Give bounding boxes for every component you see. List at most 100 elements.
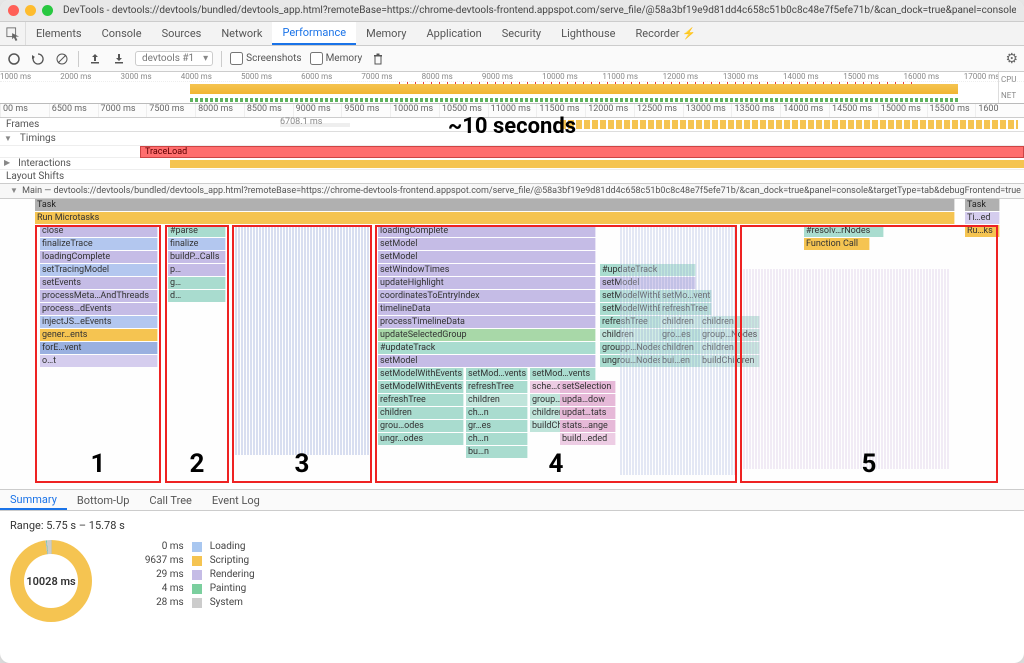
flame-bar[interactable]: setMod…vents [466, 368, 528, 380]
download-icon[interactable] [111, 51, 127, 67]
flame-bar[interactable]: setModelWithEvents [378, 381, 464, 393]
window-title: DevTools - devtools://devtools/bundled/d… [63, 5, 1016, 16]
close-window-icon[interactable] [8, 5, 19, 16]
flame-bar[interactable]: coordinatesToEntryIndex [378, 290, 596, 302]
minimize-window-icon[interactable] [25, 5, 36, 16]
tab-memory[interactable]: Memory [356, 22, 416, 45]
tab-performance[interactable]: Performance [272, 22, 356, 45]
overview-minimap[interactable]: 1000 ms2000 ms3000 ms4000 ms5000 ms6000 … [0, 72, 1024, 104]
flame-bar[interactable]: gr…es [466, 420, 528, 432]
flame-bar[interactable]: loadingComplete [40, 251, 158, 263]
settings-icon[interactable]: ⚙ [1005, 51, 1018, 67]
interactions-track[interactable]: ▶ Interactions [0, 158, 1024, 170]
summary-legend: 0 msLoading9637 msScripting29 msRenderin… [145, 541, 255, 608]
session-dropdown[interactable]: devtools #1 [135, 51, 213, 66]
tab-summary[interactable]: Summary [0, 490, 67, 510]
flame-bar[interactable]: upda…dow [560, 394, 616, 406]
flame-bar[interactable]: o…t [40, 355, 158, 367]
flame-bar[interactable]: setModel [378, 238, 596, 250]
flame-bar[interactable]: setModel [378, 355, 596, 367]
trash-icon[interactable] [370, 51, 386, 67]
tab-lighthouse[interactable]: Lighthouse [551, 22, 625, 45]
flame-bar[interactable]: #resolv…rNodes [804, 225, 884, 237]
flame-bar[interactable]: stats…ange [560, 420, 616, 432]
reload-record-icon[interactable] [30, 51, 46, 67]
tab-calltree[interactable]: Call Tree [139, 490, 201, 510]
flame-bar[interactable]: Ti…ed [965, 212, 1000, 224]
flame-bar[interactable]: gener…ents [40, 329, 158, 341]
collapse-icon[interactable]: ▼ [4, 134, 12, 143]
flame-bar[interactable]: finalize [168, 238, 226, 250]
flame-bar[interactable]: build…eded [560, 433, 616, 445]
flame-bar[interactable]: refreshTree [466, 381, 528, 393]
tab-eventlog[interactable]: Event Log [202, 490, 270, 510]
flame-bar[interactable]: setEvents [40, 277, 158, 289]
inspect-icon[interactable] [0, 22, 26, 45]
flame-bar[interactable]: grou…odes [378, 420, 464, 432]
tab-bottomup[interactable]: Bottom-Up [67, 490, 140, 510]
zoom-window-icon[interactable] [42, 5, 53, 16]
collapse-icon[interactable]: ▼ [10, 186, 18, 195]
clear-icon[interactable] [54, 51, 70, 67]
flame-bar[interactable]: processMeta…AndThreads [40, 290, 158, 302]
flame-bar[interactable]: ch…n [466, 407, 528, 419]
flame-bar[interactable]: children [378, 407, 464, 419]
screenshots-checkbox[interactable]: Screenshots [230, 52, 301, 65]
traceload-bar[interactable]: TraceLoad [140, 146, 1024, 158]
flame-bar[interactable]: forE…vent [40, 342, 158, 354]
frames-track[interactable]: Frames 6708.1 ms [0, 118, 1024, 132]
flame-bar[interactable]: children [466, 394, 528, 406]
expand-icon[interactable]: ▶ [4, 158, 10, 169]
flame-bar[interactable]: processTimelineData [378, 316, 596, 328]
flame-bar[interactable]: timelineData [378, 303, 596, 315]
timings-track[interactable]: ▼ Timings [0, 132, 1024, 146]
upload-icon[interactable] [87, 51, 103, 67]
flame-bar[interactable]: setModelWithEvents [378, 368, 464, 380]
flame-bar[interactable]: process…dEvents [40, 303, 158, 315]
tab-elements[interactable]: Elements [26, 22, 92, 45]
flame-bar[interactable]: refreshTree [378, 394, 464, 406]
record-icon[interactable] [6, 51, 22, 67]
flame-dense-region [740, 269, 950, 469]
flame-bar[interactable]: close [40, 225, 158, 237]
flame-bar[interactable]: updateSelectedGroup [378, 329, 596, 341]
flame-bar[interactable]: updateHighlight [378, 277, 596, 289]
tab-console[interactable]: Console [92, 22, 152, 45]
flame-bar[interactable]: injectJS…eEvents [40, 316, 158, 328]
net-label: NET [1001, 91, 1016, 100]
layoutshifts-track[interactable]: Layout Shifts [0, 170, 1024, 184]
flame-task[interactable]: Task [35, 199, 955, 211]
flame-bar[interactable]: #updateTrack [378, 342, 596, 354]
flame-bar[interactable]: ch…n [466, 433, 528, 445]
flame-bar[interactable]: #parse [168, 225, 226, 237]
flame-bar[interactable]: setWindowTimes [378, 264, 596, 276]
flame-bar[interactable]: p… [168, 264, 226, 276]
flame-bar[interactable]: buildP…Calls [168, 251, 226, 263]
flame-chart[interactable]: Task Ti…ed Ru…ks Task Run Microtasks clo… [0, 199, 1024, 489]
details-tabs: Summary Bottom-Up Call Tree Event Log [0, 489, 1024, 511]
tab-sources[interactable]: Sources [152, 22, 212, 45]
memory-checkbox[interactable]: Memory [310, 52, 363, 65]
flame-bar[interactable]: loadingComplete [378, 225, 596, 237]
flame-bar[interactable]: updat…tats [560, 407, 616, 419]
tab-application[interactable]: Application [416, 22, 491, 45]
flame-bar[interactable]: setMod…vents [530, 368, 596, 380]
flame-bar[interactable]: g… [168, 277, 226, 289]
flame-microtasks[interactable]: Run Microtasks [35, 212, 955, 224]
flame-bar[interactable]: Function Call [804, 238, 870, 250]
flame-bar[interactable]: bu…n [466, 446, 528, 458]
tab-network[interactable]: Network [211, 22, 272, 45]
flame-task[interactable]: Task [965, 199, 1000, 211]
flame-bar[interactable]: setSelection [560, 381, 616, 393]
screenshots-label: Screenshots [246, 53, 301, 64]
time-ruler[interactable]: 00 ms6500 ms7000 ms7500 ms8000 ms8500 ms… [0, 104, 1024, 118]
flame-bar[interactable]: setTracingModel [40, 264, 158, 276]
flame-bar[interactable]: setModel [378, 251, 596, 263]
flame-bar[interactable]: Ru…ks [965, 225, 1000, 237]
flame-bar[interactable]: d… [168, 290, 226, 302]
main-thread-header[interactable]: ▼ Main — devtools://devtools/bundled/dev… [0, 184, 1024, 199]
tab-recorder[interactable]: Recorder ⚡ [625, 22, 705, 45]
tab-security[interactable]: Security [492, 22, 551, 45]
flame-bar[interactable]: finalizeTrace [40, 238, 158, 250]
flame-bar[interactable]: ungr…odes [378, 433, 464, 445]
